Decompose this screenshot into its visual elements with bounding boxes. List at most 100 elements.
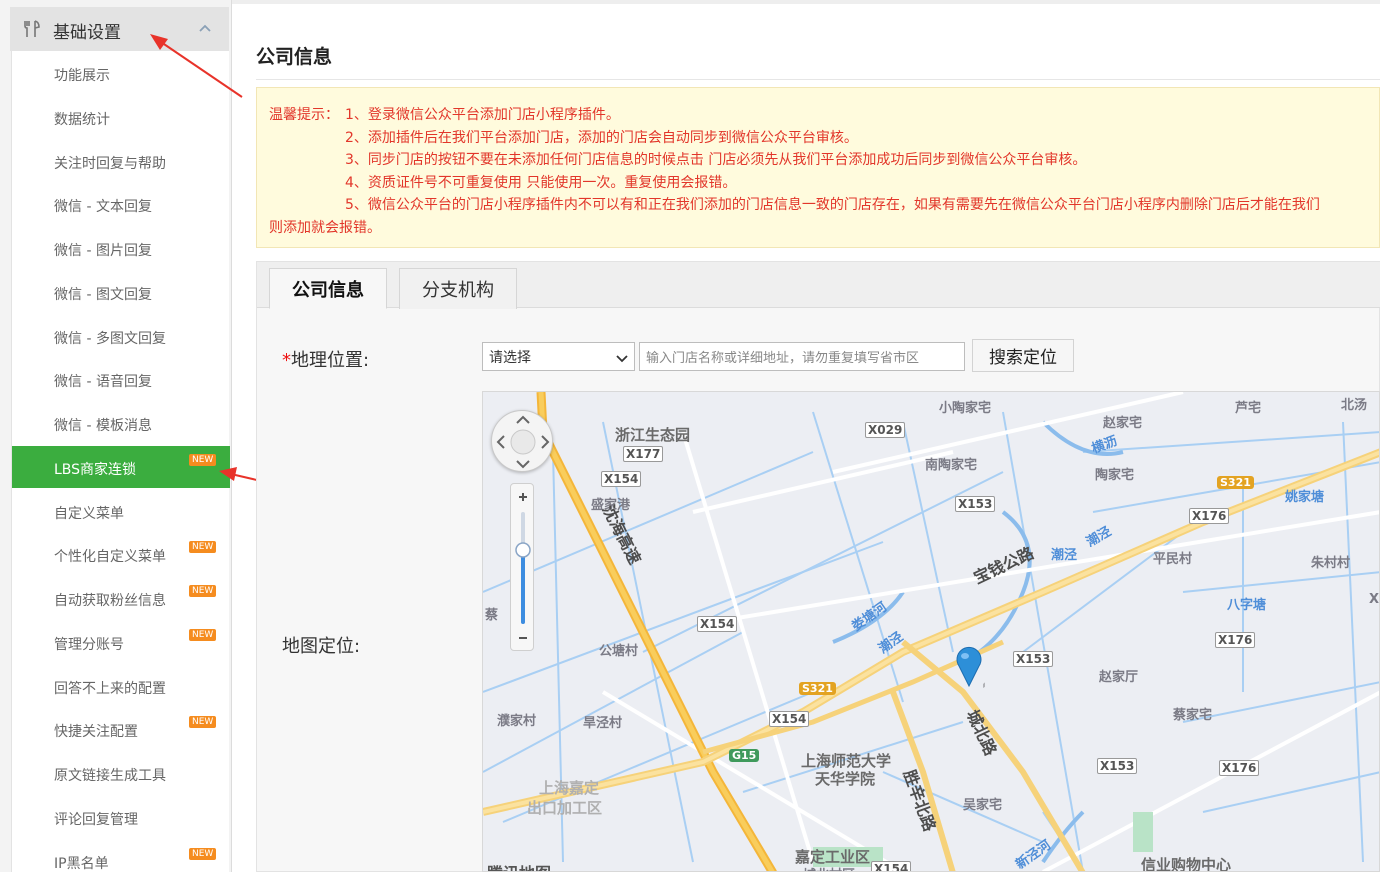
map-view[interactable]: 浙江生态园 X177 X154 盛家港 沈海高速 X029 小陶家宅 赵家宅 芦…	[482, 391, 1380, 872]
region-select-value: 请选择	[489, 349, 531, 366]
map-label: 赵家厅	[1099, 670, 1139, 685]
sidebar-item-voice-reply[interactable]: 微信 - 语音回复	[12, 358, 230, 400]
sidebar-item-label: 微信 - 模板消息	[54, 418, 152, 434]
map-label: 旱泾村	[583, 716, 623, 731]
map-logo: 腾讯地图	[487, 860, 551, 871]
zoom-in-icon	[519, 493, 527, 501]
search-location-button[interactable]: 搜索定位	[972, 339, 1074, 372]
map-label: X176	[1189, 508, 1230, 524]
sidebar-item-label: LBS商家连锁	[54, 462, 137, 478]
address-input[interactable]: 输入门店名称或详细地址，请勿重复填写省市区	[639, 342, 965, 371]
map-label: X029	[865, 422, 906, 438]
sidebar-menu: 功能展示 数据统计 关注时回复与帮助 微信 - 文本回复 微信 - 图片回复 微…	[11, 51, 230, 872]
sidebar-item-custom-menu[interactable]: 自定义菜单	[12, 490, 230, 532]
sidebar-item-template-message[interactable]: 微信 - 模板消息	[12, 402, 230, 444]
sidebar-item-label: 微信 - 文本回复	[54, 199, 152, 215]
sidebar-item-ip-blacklist[interactable]: IP黑名单 NEW	[12, 840, 230, 882]
map-label: X153	[955, 496, 996, 512]
map-label: 蔡	[485, 608, 499, 623]
map-label: 朱村村	[1311, 556, 1351, 571]
map-label: X153	[1097, 758, 1138, 774]
map-label: 小陶家宅	[939, 401, 992, 416]
map-label: S321	[799, 682, 836, 695]
pan-down-icon	[516, 460, 530, 469]
tab-bar: 公司信息 分支机构	[257, 262, 1380, 309]
map-label: X154	[769, 711, 810, 727]
sidebar-item-statistics[interactable]: 数据统计	[12, 96, 230, 138]
map-label: X154	[871, 861, 912, 871]
chevron-up-icon[interactable]	[198, 20, 212, 34]
map-label: 蔡家宅	[1173, 708, 1213, 723]
sidebar-item-news-reply[interactable]: 微信 - 图文回复	[12, 271, 230, 313]
sidebar: 基础设置 功能展示 数据统计 关注时回复与帮助 微信 - 文本回复 微信 - 图…	[0, 0, 232, 872]
notice-line: 2、添加插件后在我们平台添加门店，添加的门店会自动同步到微信公众平台审核。	[345, 130, 858, 146]
sidebar-item-image-reply[interactable]: 微信 - 图片回复	[12, 227, 230, 269]
sidebar-item-label: 微信 - 图文回复	[54, 287, 152, 303]
sidebar-item-multi-news-reply[interactable]: 微信 - 多图文回复	[12, 315, 230, 357]
sidebar-item-label: 微信 - 多图文回复	[54, 331, 166, 347]
sidebar-item-personalized-menu[interactable]: 个性化自定义菜单 NEW	[12, 533, 230, 575]
sidebar-item-label: IP黑名单	[54, 856, 109, 872]
map-label: 濮家村	[497, 714, 537, 729]
new-badge: NEW	[189, 848, 217, 860]
notice-line: 5、微信公众平台的门店小程序插件内不可以有和正在我们添加的门店信息一致的门店存在…	[345, 197, 1320, 213]
pan-up-icon	[516, 415, 530, 424]
notice-line: 3、同步门店的按钮不要在未添加任何门店信息的时候点击 门店必须先从我们平台添加成…	[345, 152, 1087, 168]
sidebar-group-header[interactable]: 基础设置	[10, 7, 229, 51]
sidebar-item-label: 回答不上来的配置	[54, 681, 166, 697]
sidebar-item-quick-follow[interactable]: 快捷关注配置 NEW	[12, 708, 230, 750]
map-label: 浙江生态园	[615, 426, 691, 444]
location-marker-icon[interactable]	[953, 644, 985, 688]
new-badge: NEW	[189, 541, 217, 553]
notice-line: 4、资质证件号不可重复使用 只能使用一次。重复使用会报错。	[345, 175, 737, 191]
map-label: G15	[729, 749, 760, 762]
sidebar-group-title: 基础设置	[53, 23, 121, 43]
sidebar-item-fan-info[interactable]: 自动获取粉丝信息 NEW	[12, 577, 230, 619]
map-label: 八字塘	[1227, 598, 1267, 613]
address-placeholder: 输入门店名称或详细地址，请勿重复填写省市区	[646, 351, 920, 366]
region-select[interactable]: 请选择	[482, 342, 635, 371]
map-label: X177	[623, 446, 664, 462]
map-label: 城北村区	[803, 864, 855, 871]
notice-box: 温馨提示： 1、登录微信公众平台添加门店小程序插件。 2、添加插件后在我们平台添…	[256, 87, 1380, 248]
sidebar-item-lbs-chain[interactable]: LBS商家连锁 NEW	[12, 446, 230, 488]
sidebar-item-follow-reply[interactable]: 关注时回复与帮助	[12, 140, 230, 182]
sidebar-item-label: 评论回复管理	[54, 812, 138, 828]
pan-right-icon	[541, 435, 550, 449]
map-zoom-control[interactable]	[510, 483, 534, 651]
tab-company-info[interactable]: 公司信息	[269, 268, 387, 309]
sidebar-item-label: 管理分账号	[54, 637, 124, 653]
map-label: 北汤	[1341, 398, 1368, 413]
map-label: 潮泾	[1051, 548, 1078, 563]
sidebar-item-feature-showcase[interactable]: 功能展示	[12, 52, 230, 94]
map-label: 赵家宅	[1103, 416, 1143, 431]
sidebar-item-link-tool[interactable]: 原文链接生成工具	[12, 752, 230, 794]
required-marker: *	[282, 350, 291, 371]
map-label: X153	[1013, 651, 1054, 667]
sidebar-item-label: 功能展示	[54, 68, 110, 84]
sidebar-item-label: 数据统计	[54, 112, 110, 128]
map-label: 吴家宅	[963, 798, 1003, 813]
sidebar-item-text-reply[interactable]: 微信 - 文本回复	[12, 183, 230, 225]
new-badge: NEW	[189, 454, 217, 466]
notice-line: 1、登录微信公众平台添加门店小程序插件。	[345, 107, 620, 123]
tab-branches[interactable]: 分支机构	[399, 268, 517, 309]
map-label: 姚家塘	[1285, 490, 1325, 505]
sidebar-item-label: 快捷关注配置	[54, 724, 138, 740]
notice-prefix: 温馨提示：	[269, 107, 339, 123]
sidebar-item-fallback-config[interactable]: 回答不上来的配置	[12, 665, 230, 707]
map-pan-control[interactable]	[491, 410, 553, 472]
chevron-down-icon	[616, 352, 628, 363]
sidebar-item-comment-reply[interactable]: 评论回复管理	[12, 796, 230, 838]
sidebar-item-sub-accounts[interactable]: 管理分账号 NEW	[12, 621, 230, 663]
sidebar-item-label: 自动获取粉丝信息	[54, 593, 166, 609]
map-label: 信业购物中心	[1141, 856, 1232, 872]
map-location-label: 地图定位:	[282, 636, 361, 657]
sidebar-item-label: 微信 - 图片回复	[54, 243, 152, 259]
map-label: X176	[1219, 760, 1260, 776]
map-label: 公塘村	[599, 644, 639, 659]
new-badge: NEW	[189, 629, 217, 641]
sidebar-item-label: 原文链接生成工具	[54, 768, 166, 784]
map-label: 陶家宅	[1095, 468, 1135, 483]
map-label: 平民村	[1153, 552, 1193, 567]
